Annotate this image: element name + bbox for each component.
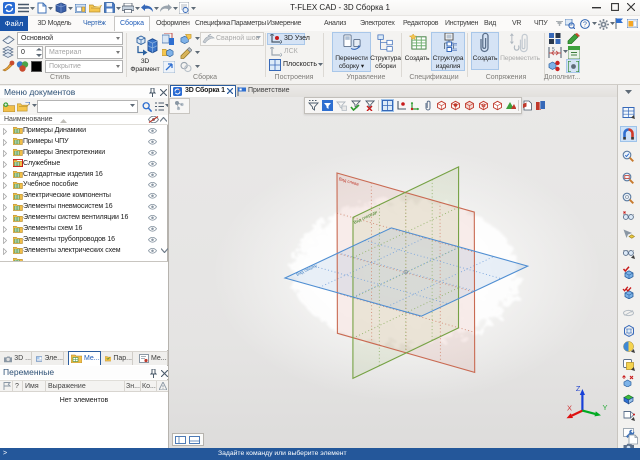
svg-text:?: ? (583, 22, 587, 29)
svg-text:5: 5 (552, 47, 555, 53)
svg-text:X: X (567, 404, 572, 413)
svg-text:Z: Z (576, 384, 581, 393)
svg-text:Y: Y (603, 403, 608, 412)
